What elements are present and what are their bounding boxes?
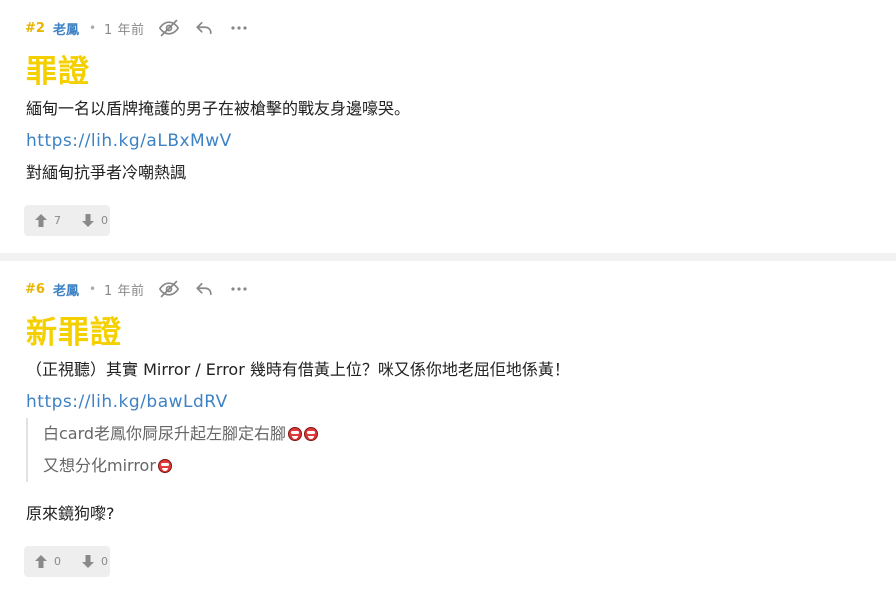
upvote-button[interactable]: 0 xyxy=(34,555,61,569)
meta-dot: • xyxy=(88,282,97,296)
floor-number: #2 xyxy=(25,20,45,36)
floor-number: #6 xyxy=(25,281,45,297)
post-text: 對緬甸抗爭者冷嘲熱諷 xyxy=(26,163,187,182)
arrow-up-icon xyxy=(34,214,48,228)
post-heading: 罪證 xyxy=(26,54,90,90)
username[interactable]: 老鳳 xyxy=(53,280,79,299)
arrow-down-icon xyxy=(81,555,95,569)
meta-dot: • xyxy=(88,21,97,35)
post-link[interactable]: https://lih.kg/aLBxMwV xyxy=(26,130,232,152)
post-separator xyxy=(0,253,896,261)
vote-bar: 7 0 xyxy=(24,205,110,236)
reply-icon[interactable] xyxy=(194,279,214,299)
post-text: 原來鏡狗嚟? xyxy=(26,504,115,523)
downvote-button[interactable]: 0 xyxy=(81,214,108,228)
more-icon[interactable] xyxy=(229,18,249,38)
emoticon-icon xyxy=(304,427,319,441)
blockquote: 白card老鳳你屙尿升起左腳定右腳 又想分化mirror xyxy=(26,418,319,482)
upvote-button[interactable]: 7 xyxy=(34,214,61,228)
quote-line: 又想分化mirror xyxy=(43,450,318,482)
post-time: 1 年前 xyxy=(104,22,145,38)
emoticon-icon xyxy=(157,459,172,473)
post-text: （正視聽）其實 Mirror / Error 幾時有借黃上位？咪又係你地老屈佢地… xyxy=(26,360,570,379)
quote-text: 白card老鳳你屙尿升起左腳定右腳 xyxy=(43,424,287,443)
reply-icon[interactable] xyxy=(194,18,214,38)
post-meta: #6 老鳳 • 1 年前 xyxy=(25,279,249,299)
post-meta: #2 老鳳 • 1 年前 xyxy=(25,18,249,38)
post-link[interactable]: https://lih.kg/bawLdRV xyxy=(26,391,228,413)
eye-off-icon[interactable] xyxy=(159,18,180,38)
arrow-down-icon xyxy=(81,214,95,228)
post-time: 1 年前 xyxy=(104,283,145,299)
post-6: #6 老鳳 • 1 年前 新罪證 （正視聽）其實 Mirror / Error … xyxy=(0,261,896,589)
downvote-count: 0 xyxy=(101,214,108,227)
quote-text: 又想分化mirror xyxy=(43,456,156,475)
downvote-button[interactable]: 0 xyxy=(81,555,108,569)
username[interactable]: 老鳳 xyxy=(53,19,79,38)
emoticon-icon xyxy=(288,427,303,441)
downvote-count: 0 xyxy=(101,555,108,568)
post-2: #2 老鳳 • 1 年前 罪證 緬甸一名以盾牌掩護的男子在被槍擊的戰友身邊嚎哭。… xyxy=(0,0,896,253)
eye-off-icon[interactable] xyxy=(159,279,180,299)
post-heading: 新罪證 xyxy=(26,315,122,351)
arrow-up-icon xyxy=(34,555,48,569)
vote-bar: 0 0 xyxy=(24,546,110,577)
post-text: 緬甸一名以盾牌掩護的男子在被槍擊的戰友身邊嚎哭。 xyxy=(26,99,411,118)
quote-line: 白card老鳳你屙尿升起左腳定右腳 xyxy=(43,418,319,450)
upvote-count: 7 xyxy=(54,214,61,227)
more-icon[interactable] xyxy=(229,279,249,299)
upvote-count: 0 xyxy=(54,555,61,568)
